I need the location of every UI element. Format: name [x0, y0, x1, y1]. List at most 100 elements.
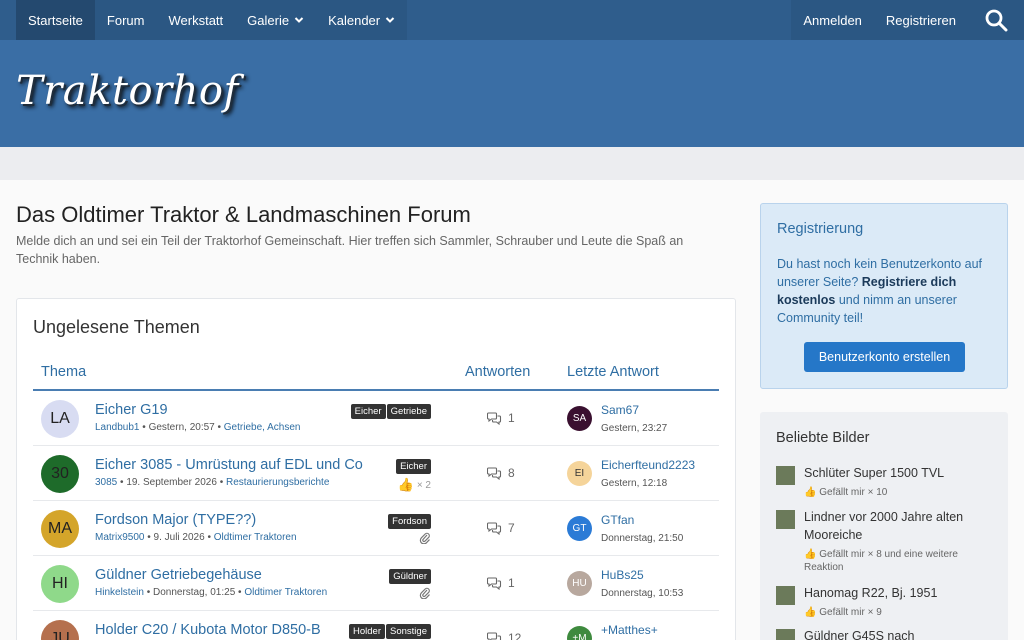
login-link[interactable]: Anmelden [791, 0, 874, 40]
tag-badge[interactable]: Getriebe [386, 404, 431, 419]
thread-date: 19. September 2026 [126, 477, 217, 488]
thread-forum[interactable]: Getriebe, Achsen [224, 422, 301, 433]
picture-likes-text: Gefällt mir × 9 [819, 607, 882, 618]
reply-count-value: 7 [508, 521, 515, 535]
tag-badge[interactable]: Eicher [350, 404, 386, 419]
thread-title[interactable]: Eicher 3085 - Umrüstung auf EDL und Co [95, 457, 363, 473]
picture-thumbnail[interactable] [776, 510, 795, 529]
last-poster-avatar[interactable]: EI [567, 461, 592, 486]
search-icon [985, 9, 1008, 32]
last-poster-name[interactable]: HuBs25 [601, 568, 644, 582]
thread-date: 9. Juli 2026 [153, 532, 205, 543]
tag-badge[interactable]: Fordson [388, 514, 431, 529]
thread-author[interactable]: Landbub1 [95, 422, 140, 433]
last-poster-name[interactable]: Eicherfteund2223 [601, 458, 695, 472]
nav-item-kalender[interactable]: Kalender [316, 0, 407, 40]
thread-author[interactable]: 3085 [95, 477, 117, 488]
avatar[interactable]: 30 [41, 455, 79, 493]
table-row: LA Eicher G19 Landbub1 • Gestern, 20:57 … [33, 391, 719, 446]
picture-name[interactable]: Lindner vor 2000 Jahre alten Mooreiche [804, 508, 1000, 544]
thread-tags: Güldner [389, 569, 431, 584]
reply-count: 1 [487, 411, 515, 425]
nav-label: Forum [106, 12, 145, 28]
last-poster-avatar[interactable]: SA [567, 406, 592, 431]
search-button[interactable] [968, 0, 1024, 40]
reaction-count-text: × 2 [416, 479, 431, 491]
thread-title[interactable]: Fordson Major (TYPE??) [95, 512, 256, 528]
picture-thumbnail[interactable] [776, 629, 795, 640]
paperclip-icon [419, 587, 430, 599]
chevron-down-icon [294, 17, 304, 23]
avatar[interactable]: HI [41, 565, 79, 603]
thread-author[interactable]: Hinkelstein [95, 587, 144, 598]
last-poster-name[interactable]: +Matthes+ [601, 623, 658, 637]
registration-text: Du hast noch kein Benutzerkonto auf unse… [777, 255, 997, 327]
thread-date: Gestern, 20:57 [148, 422, 215, 433]
last-poster-avatar[interactable]: HU [567, 571, 592, 596]
nav-label: Werkstatt [168, 12, 224, 28]
comments-icon [487, 467, 502, 480]
nav-item-startseite[interactable]: Startseite [16, 0, 95, 40]
comments-icon [487, 632, 502, 640]
avatar[interactable]: LA [41, 400, 79, 438]
reply-count: 12 [487, 631, 521, 640]
last-poster-avatar[interactable]: GT [567, 516, 592, 541]
tag-badge[interactable]: Güldner [389, 569, 431, 584]
page-title: Das Oldtimer Traktor & Landmaschinen For… [16, 202, 471, 227]
tag-badge[interactable]: Eicher [396, 459, 431, 474]
popular-pictures-box: Beliebte Bilder Schlüter Super 1500 TVL … [760, 412, 1008, 640]
avatar[interactable]: MA [41, 510, 79, 548]
thread-tags: Eicher [396, 459, 431, 474]
registration-title: Registrierung [777, 221, 864, 237]
nav-label: Galerie [247, 12, 290, 28]
thread-tags: Holder Sonstige [349, 624, 431, 639]
picture-thumbnail[interactable] [776, 586, 795, 605]
thread-forum[interactable]: Restaurierungsberichte [226, 477, 329, 488]
avatar[interactable]: JU [41, 620, 79, 640]
reaction-count: 👍 × 2 [398, 477, 431, 493]
last-reply-time: Gestern, 12:18 [601, 478, 668, 489]
last-poster-avatar[interactable]: +M [567, 626, 592, 640]
picture-name[interactable]: Güldner G45S nach [804, 627, 1000, 640]
comments-icon [487, 522, 502, 535]
nav-item-galerie[interactable]: Galerie [235, 0, 316, 40]
last-poster-name[interactable]: GTfan [601, 513, 634, 527]
tag-badge[interactable]: Sonstige [386, 624, 431, 639]
thread-meta: Matrix9500 • 9. Juli 2026 • Oldtimer Tra… [95, 532, 297, 543]
last-poster-name[interactable]: Sam67 [601, 403, 639, 417]
picture-name[interactable]: Schlüter Super 1500 TVL [804, 464, 1000, 482]
picture-name[interactable]: Hanomag R22, Bj. 1951 [804, 584, 1000, 602]
nav-item-forum[interactable]: Forum [95, 0, 157, 40]
register-link[interactable]: Registrieren [874, 0, 968, 40]
thread-author[interactable]: Matrix9500 [95, 532, 144, 543]
reply-count: 1 [487, 576, 515, 590]
table-row: 30 Eicher 3085 - Umrüstung auf EDL und C… [33, 446, 719, 501]
nav-label: Kalender [328, 12, 381, 28]
site-logo[interactable]: Traktorhof [16, 68, 239, 114]
attachment-indicator [419, 532, 431, 544]
chevron-down-icon [385, 17, 395, 23]
picture-likes: 👍 Gefällt mir × 8 und eine weitere Reakt… [804, 548, 1000, 574]
attachment-indicator [419, 587, 431, 599]
unread-threads-block: Ungelesene Themen Thema Antworten Letzte… [16, 298, 736, 640]
thread-meta: Hinkelstein • Donnerstag, 01:25 • Oldtim… [95, 587, 328, 598]
thread-meta: 3085 • 19. September 2026 • Restaurierun… [95, 477, 330, 488]
reply-count-value: 1 [508, 411, 515, 425]
thread-title[interactable]: Eicher G19 [95, 402, 168, 418]
thread-title[interactable]: Holder C20 / Kubota Motor D850-B [95, 622, 321, 638]
page-description: Melde dich an und sei ein Teil der Trakt… [16, 234, 684, 266]
thread-title[interactable]: Güldner Getriebegehäuse [95, 567, 262, 583]
tag-badge[interactable]: Holder [349, 624, 386, 639]
create-account-button[interactable]: Benutzerkonto erstellen [804, 342, 965, 372]
site-banner: Traktorhof [0, 40, 1024, 147]
picture-likes-text: Gefällt mir × 10 [819, 487, 888, 498]
thread-meta: Landbub1 • Gestern, 20:57 • Getriebe, Ac… [95, 422, 301, 433]
picture-thumbnail[interactable] [776, 466, 795, 485]
thread-forum[interactable]: Oldtimer Traktoren [214, 532, 297, 543]
thread-forum[interactable]: Oldtimer Traktoren [244, 587, 327, 598]
thumbs-up-icon: 👍 [804, 549, 817, 560]
nav-item-werkstatt[interactable]: Werkstatt [156, 0, 235, 40]
reply-count-value: 1 [508, 576, 515, 590]
table-row: JU Holder C20 / Kubota Motor D850-B Hold… [33, 611, 719, 640]
thread-date: Donnerstag, 01:25 [152, 587, 236, 598]
